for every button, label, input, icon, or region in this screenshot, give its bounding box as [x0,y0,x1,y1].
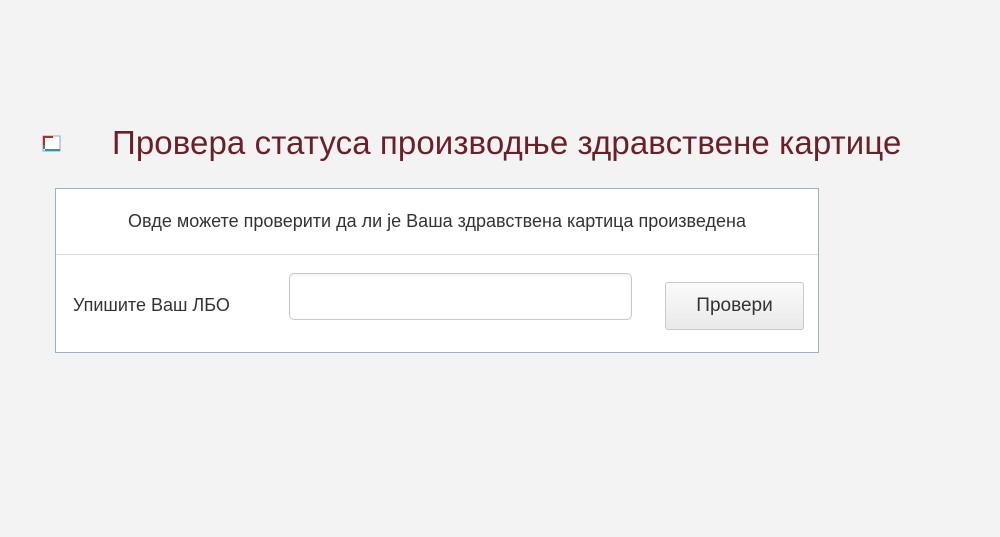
page-title: Провера статуса производње здравствене к… [112,124,902,161]
lbo-label: Упишите Ваш ЛБО [73,295,230,315]
card-icon [40,131,64,155]
lbo-check-panel: Овде можете проверити да ли је Ваша здра… [55,188,819,353]
lbo-form: Упишите Ваш ЛБО Провери [56,255,818,352]
card-icon-graphic [42,135,61,152]
check-button[interactable]: Провери [665,282,804,330]
panel-info-text: Овде можете проверити да ли је Ваша здра… [56,189,818,255]
lbo-input[interactable] [289,273,632,320]
page-header: Провера статуса производње здравствене к… [40,118,901,168]
